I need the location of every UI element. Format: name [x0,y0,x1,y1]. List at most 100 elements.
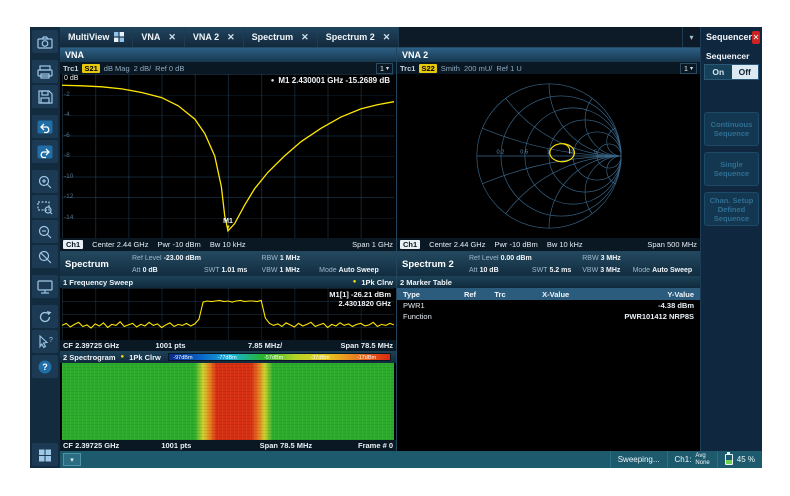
spectrum2-header: Spectrum 2 Ref Level0.00 dBm RBW3 MHz At… [397,252,700,276]
cell-type: Function [397,312,455,321]
table-row[interactable]: PWR1 -4.38 dBm [397,300,700,311]
channel-badge[interactable]: Ch1 [63,240,83,249]
col-x-value: X-Value [515,290,596,299]
zoom-out-button[interactable] [32,220,58,243]
spectrum-marker-readout: M1[1] -26.21 dBm 2.4301820 GHz [329,290,391,308]
tab-vna-2[interactable]: VNA 2 ✕ [185,27,244,47]
tab-multiview[interactable]: MultiView [60,27,133,47]
marker-m1[interactable]: M1 ▼ [223,219,233,231]
window-selector[interactable]: 1▾ [376,63,393,74]
trace-dot-icon: ● [121,354,125,360]
zoom-in-button[interactable] [32,170,58,193]
zoom-off-button[interactable] [32,245,58,268]
screenshot-frame: ? ? MultiView VNA ✕ VNA 2 ✕ Spectr [0,0,790,496]
spectrum2-settings: Ref Level0.00 dBm RBW3 MHz Att10 dB SWT5… [469,252,700,276]
multiview-grid-icon [114,32,124,42]
subwindow-title: 1 Frequency Sweep [63,278,133,287]
vna-window-title[interactable]: VNA [60,48,396,62]
redo-button[interactable] [32,140,58,163]
vna2-footer-bar: Ch1 Center 2.44 GHz Pwr -10 dBm Bw 10 kH… [397,238,700,251]
softkey-chan-setup-defined-sequence[interactable]: Chan. Setup Defined Sequence [704,192,759,226]
chevron-down-icon: ▾ [386,65,389,72]
vbw-label: VBW [262,267,278,274]
points-value: 1001 pts [156,341,249,350]
rbw-value: 1 MHz [280,255,300,262]
zoom-select-button[interactable] [32,195,58,218]
vna-footer-bar: Ch1 Center 2.44 GHz Pwr -10 dBm Bw 10 kH… [60,238,396,251]
ref-level-label: Ref Level [469,255,499,262]
zoom-in-icon [36,174,54,190]
chevron-down-icon: ▾ [690,65,693,72]
center-freq: Center 2.44 GHz [429,240,485,249]
content-column: MultiView VNA ✕ VNA 2 ✕ Spectrum ✕ Spect… [60,27,700,451]
points-value: 1001 pts [161,441,259,450]
save-button[interactable] [32,85,58,108]
spectrogram-display[interactable] [62,363,394,440]
sequencer-on-button[interactable]: On [705,65,732,79]
window-number: 1 [684,64,688,73]
bandwidth: Bw 10 kHz [210,240,246,249]
span-value: Span 78.5 MHz [341,341,394,350]
window-number: 1 [380,64,384,73]
display-button[interactable] [32,275,58,298]
spectrum-window-title[interactable]: Spectrum [60,252,132,276]
smith-chart[interactable]: 0.2 0.5 1 2 5 [399,74,698,238]
sequencer-off-button[interactable]: Off [732,65,759,79]
svg-text:0.2: 0.2 [496,150,504,156]
spectrum2-window-title[interactable]: Spectrum 2 [397,252,469,276]
trace-format: Smith [441,64,460,73]
undo-button[interactable] [32,115,58,138]
windows-start-button[interactable] [32,443,58,466]
cell-y-value: -4.38 dBm [596,301,700,310]
status-dropdown-button[interactable]: ▾ [63,453,81,466]
marker-table-title-bar[interactable]: 2 Marker Table [397,276,700,288]
marker-frequency: 2.4301820 GHz [329,299,391,308]
tab-close-icon[interactable]: ✕ [301,32,309,43]
ref-level-value: 0.00 dBm [501,255,532,262]
table-row[interactable]: Function PWR101412 NRP8S [397,311,700,322]
legend-label: -77dBm [217,354,236,362]
screenshot-button[interactable] [32,30,58,53]
swt-label: SWT [532,267,548,274]
refresh-icon [36,309,54,325]
frequency-sweep-title-bar[interactable]: 1 Frequency Sweep ● 1Pk Clrw [60,276,396,288]
span: Span 1 GHz [352,240,393,249]
print-button[interactable] [32,60,58,83]
window-selector[interactable]: 1▾ [680,63,697,74]
tab-dropdown-button[interactable]: ▾ [682,27,700,47]
subwindow-title: 2 Spectrogram [63,353,116,362]
main-column: MultiView VNA ✕ VNA 2 ✕ Spectrum ✕ Spect… [60,27,762,468]
frequency-sweep-chart[interactable]: M1[1] -26.21 dBm 2.4301820 GHz [62,288,394,340]
svg-text:5: 5 [594,150,597,156]
help-button[interactable]: ? [32,355,58,378]
vna-chart[interactable]: 0 dB -2 -4 -6 -8 -10 -12 -14 ●M1 2.43000… [62,74,394,238]
spectrogram-title-bar[interactable]: 2 Spectrogram ● 1Pk Clrw -97dBm -77dBm -… [60,351,396,363]
undo-icon [36,119,54,135]
softkey-single-sequence[interactable]: Single Sequence [704,152,759,186]
col-type: Type [397,290,455,299]
chevron-down-icon: ▾ [70,456,74,464]
sweep-status: Sweeping... [610,451,667,468]
tab-spectrum[interactable]: Spectrum ✕ [244,27,318,47]
tab-close-icon[interactable]: ✕ [168,32,176,43]
att-label: Att [469,267,478,274]
softkey-continuous-sequence[interactable]: Continuous Sequence [704,112,759,146]
context-help-button[interactable]: ? [32,330,58,353]
tab-vna[interactable]: VNA ✕ [133,27,185,47]
pointer-help-icon: ? [36,334,54,350]
vna2-trace-info-bar: Trc1 S22 Smith 200 mU/ Ref 1 U 1▾ [397,62,700,74]
channel-badge[interactable]: Ch1 [400,240,420,249]
tab-close-icon[interactable]: ✕ [227,32,235,43]
refresh-button[interactable] [32,305,58,328]
close-menu-button[interactable]: ✕ [752,31,760,44]
trace-mode: 1Pk Clrw [361,278,393,287]
tab-close-icon[interactable]: ✕ [383,32,391,43]
spectrum-header: Spectrum Ref Level-23.00 dBm RBW1 MHz At… [60,252,396,276]
vna2-window-title[interactable]: VNA 2 [397,48,700,62]
spectrum-settings: Ref Level-23.00 dBm RBW1 MHz Att0 dB SWT… [132,252,396,276]
marker-value: -26.21 dBm [351,290,391,299]
tab-spectrum-2[interactable]: Spectrum 2 ✕ [318,27,400,47]
channel-tab-bar: MultiView VNA ✕ VNA 2 ✕ Spectrum ✕ Spect… [60,27,700,48]
col-y-value: Y-Value [596,290,700,299]
frame-value: Frame # 0 [358,441,393,450]
